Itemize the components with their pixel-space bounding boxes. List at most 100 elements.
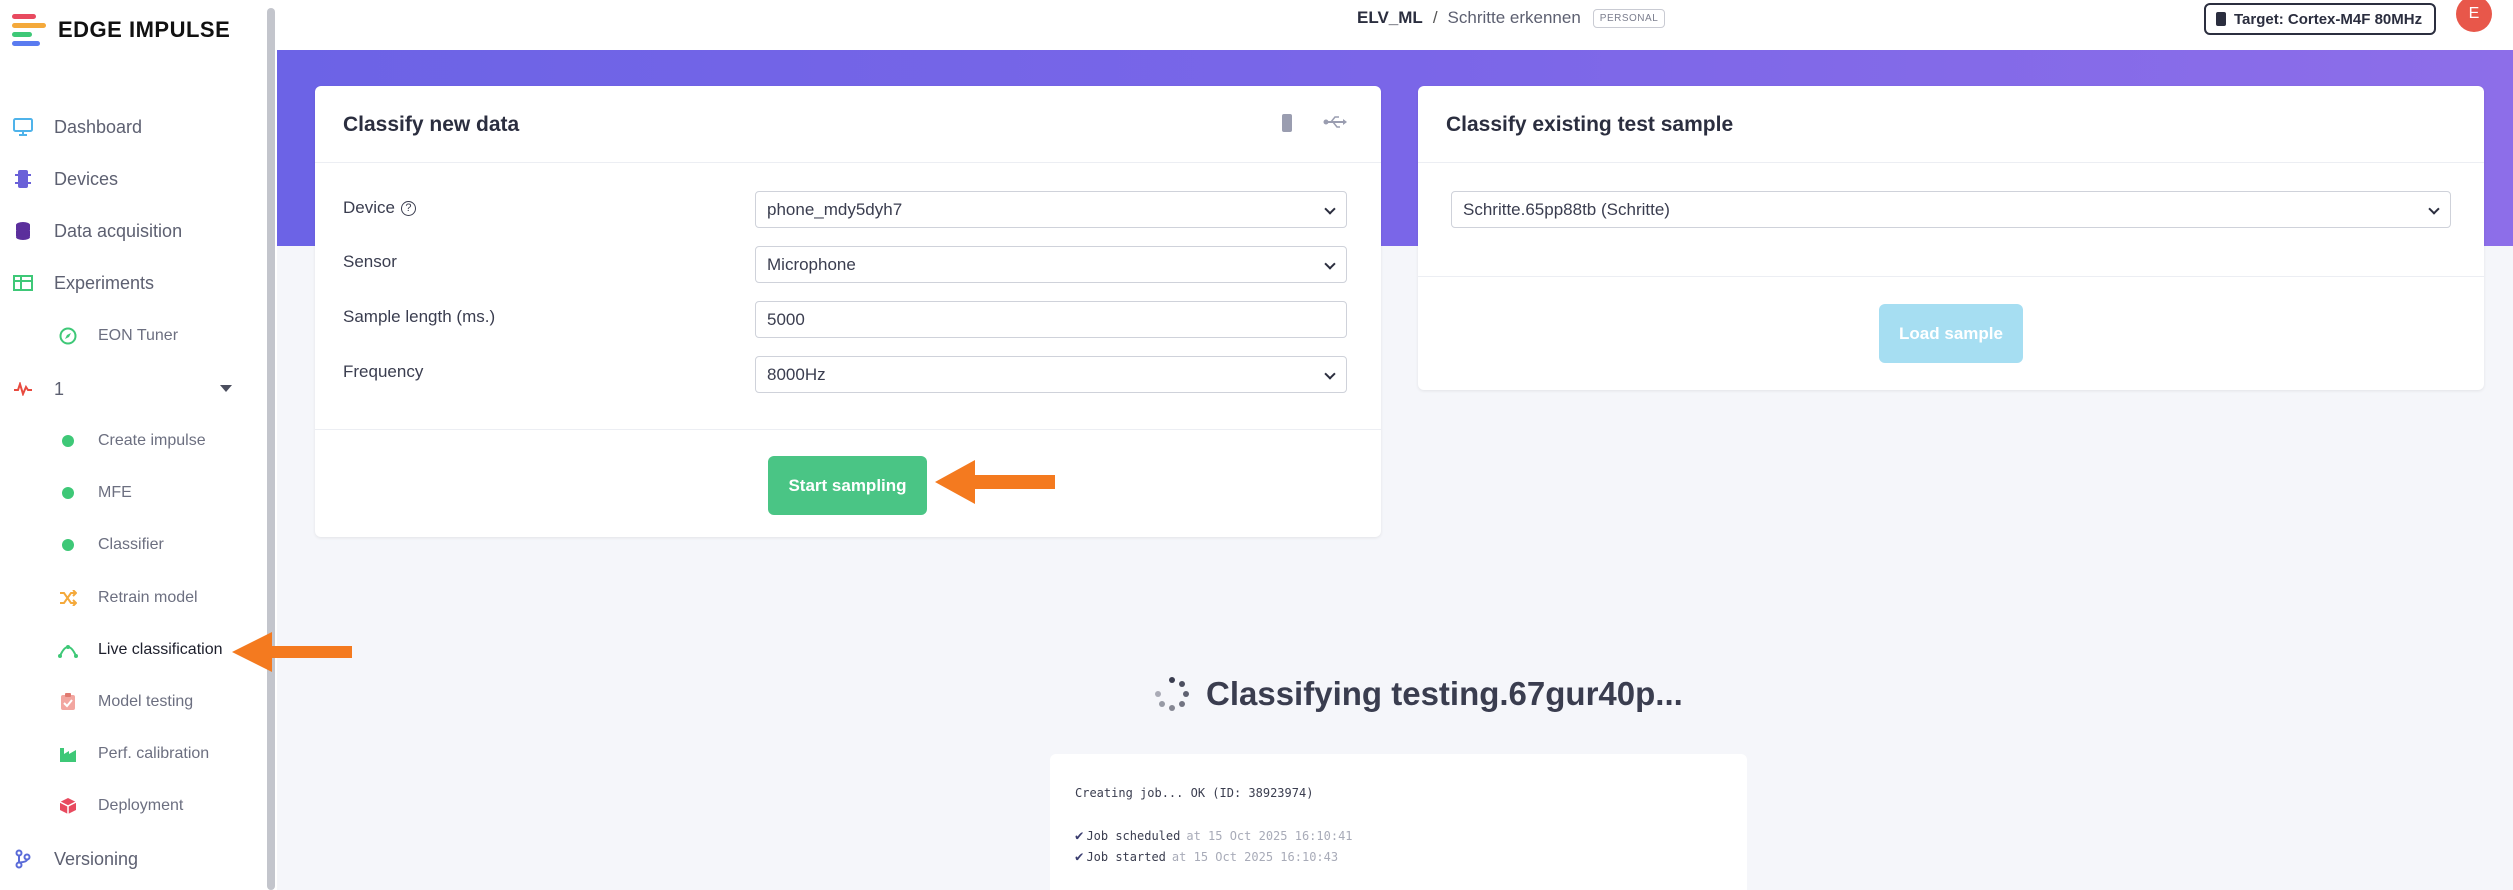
card-title: Classify new data — [343, 113, 520, 136]
log-line: ✔ Job started at 15 Oct 2025 16:10:43 — [1075, 849, 1338, 865]
device-label-text: Device — [343, 198, 395, 217]
sidebar-item-deployment[interactable]: Deployment — [58, 796, 183, 816]
chevron-down-icon — [1324, 203, 1336, 215]
sidebar-item-versioning[interactable]: Versioning — [12, 848, 138, 870]
frequency-select-value: 8000Hz — [767, 364, 826, 384]
divider — [1418, 276, 2484, 277]
compass-icon — [58, 326, 78, 346]
sidebar-item-eon-tuner[interactable]: EON Tuner — [58, 326, 178, 346]
sidebar-item-label: Create impulse — [98, 432, 206, 449]
chevron-down-icon — [2428, 203, 2440, 215]
frequency-select[interactable]: 8000Hz — [755, 356, 1347, 393]
sidebar-item-label: Dashboard — [54, 116, 143, 137]
sidebar-item-label: Model testing — [98, 693, 194, 710]
factory-icon — [58, 744, 78, 764]
divider — [315, 429, 1381, 430]
sidebar-item-experiments[interactable]: Experiments — [12, 272, 154, 294]
sidebar-item-impulse-1[interactable]: 1 — [12, 378, 64, 400]
sidebar-item-model-testing[interactable]: Model testing — [58, 692, 193, 712]
sidebar-item-label: Devices — [54, 168, 119, 189]
chevron-down-icon[interactable] — [220, 385, 232, 392]
signal-icon — [58, 640, 78, 660]
monitor-icon — [12, 116, 34, 138]
classify-new-data-card: Classify new data Device ? phone_mdy5dyh… — [315, 86, 1381, 537]
sidebar-item-label: EON Tuner — [98, 327, 179, 344]
sidebar-item-live-classification[interactable]: Live classification — [58, 640, 223, 660]
log-line: ✔ Job scheduled at 15 Oct 2025 16:10:41 — [1075, 828, 1353, 844]
target-device-button[interactable]: Target: Cortex-M4F 80MHz — [2204, 3, 2436, 35]
sensor-select[interactable]: Microphone — [755, 246, 1347, 283]
sidebar-item-label: Experiments — [54, 272, 155, 293]
sidebar-item-devices[interactable]: Devices — [12, 168, 118, 190]
classify-existing-sample-card: Classify existing test sample Schritte.6… — [1418, 86, 2484, 390]
log-text: Creating job... OK (ID: 38923974) — [1075, 786, 1314, 800]
dot-icon — [58, 483, 78, 503]
breadcrumb-page: Schritte erkennen — [1447, 8, 1581, 27]
sidebar-item-create-impulse[interactable]: Create impulse — [58, 431, 206, 451]
annotation-arrow-icon — [232, 632, 352, 672]
sidebar-item-label: Data acquisition — [54, 220, 183, 241]
sidebar-item-label: Live classification — [98, 641, 223, 658]
logo[interactable]: EDGE IMPULSE — [12, 14, 230, 46]
log-text: Job started — [1086, 850, 1166, 864]
log-text: Job scheduled — [1086, 829, 1181, 843]
usb-icon[interactable] — [1323, 114, 1347, 130]
sidebar-item-dashboard[interactable]: Dashboard — [12, 116, 142, 138]
sidebar-item-perf-calibration[interactable]: Perf. calibration — [58, 744, 209, 764]
sidebar-item-label: Perf. calibration — [98, 745, 210, 762]
target-label: Target: Cortex-M4F 80MHz — [2234, 10, 2423, 28]
start-sampling-button[interactable]: Start sampling — [768, 456, 927, 515]
sidebar-scrollbar[interactable] — [265, 0, 277, 890]
sidebar-item-data-acquisition[interactable]: Data acquisition — [12, 220, 182, 242]
personal-badge: PERSONAL — [1592, 8, 1666, 28]
help-icon[interactable]: ? — [400, 200, 416, 216]
chevron-down-icon — [1324, 258, 1336, 270]
device-select[interactable]: phone_mdy5dyh7 — [755, 191, 1347, 228]
cube-icon — [58, 796, 78, 816]
sample-length-label: Sample length (ms.) — [343, 307, 496, 326]
test-sample-select-value: Schritte.65pp88tb (Schritte) — [1463, 199, 1670, 219]
sensor-label: Sensor — [343, 252, 397, 271]
sidebar-item-retrain-model[interactable]: Retrain model — [58, 588, 198, 608]
device-chip-icon[interactable] — [1280, 113, 1294, 133]
log-line: Creating job... OK (ID: 38923974) — [1075, 786, 1313, 800]
breadcrumb-project[interactable]: ELV_ML — [1357, 8, 1423, 28]
branch-icon — [12, 848, 34, 870]
divider — [315, 162, 1381, 163]
database-icon — [12, 220, 34, 242]
check-icon: ✔ — [1075, 849, 1084, 865]
breadcrumb-separator: / — [1432, 8, 1438, 27]
status-text: Classifying testing.67gur40p... — [1206, 675, 1683, 712]
job-log: Creating job... OK (ID: 38923974) ✔ Job … — [1050, 754, 1747, 890]
device-label: Device ? — [343, 198, 416, 218]
sidebar: EDGE IMPULSE Dashboard Devices Data acqu… — [0, 0, 265, 890]
sidebar-item-label: Retrain model — [98, 589, 198, 606]
spinner-icon — [1155, 677, 1189, 711]
sensor-select-value: Microphone — [767, 254, 856, 274]
log-timestamp: at 15 Oct 2025 16:10:43 — [1171, 850, 1339, 864]
annotation-arrow-icon — [935, 460, 1055, 504]
avatar[interactable]: E — [2456, 0, 2492, 32]
chevron-down-icon — [1324, 368, 1336, 380]
clipboard-icon — [58, 692, 78, 712]
dot-icon — [58, 431, 78, 451]
sidebar-item-label: 1 — [54, 378, 65, 399]
logo-text: EDGE IMPULSE — [58, 17, 231, 42]
shuffle-icon — [58, 588, 78, 608]
sidebar-item-label: Versioning — [54, 848, 139, 869]
device-select-value: phone_mdy5dyh7 — [767, 199, 903, 219]
frequency-label: Frequency — [343, 362, 424, 381]
pulse-icon — [12, 378, 34, 400]
sidebar-item-mfe[interactable]: MFE — [58, 483, 132, 503]
sidebar-item-classifier[interactable]: Classifier — [58, 535, 164, 555]
dot-icon — [58, 535, 78, 555]
breadcrumb: ELV_ML / Schritte erkennen PERSONAL — [1357, 8, 1666, 28]
card-title: Classify existing test sample — [1446, 113, 1734, 136]
classification-status: Classifying testing.67gur40p... — [1154, 675, 1683, 713]
test-sample-select[interactable]: Schritte.65pp88tb (Schritte) — [1451, 191, 2451, 228]
divider — [1418, 162, 2484, 163]
load-sample-button[interactable]: Load sample — [1879, 304, 2023, 363]
chip-icon — [2216, 12, 2226, 26]
sample-length-input[interactable]: 5000 — [755, 301, 1347, 338]
scrollbar-thumb[interactable] — [267, 8, 275, 890]
